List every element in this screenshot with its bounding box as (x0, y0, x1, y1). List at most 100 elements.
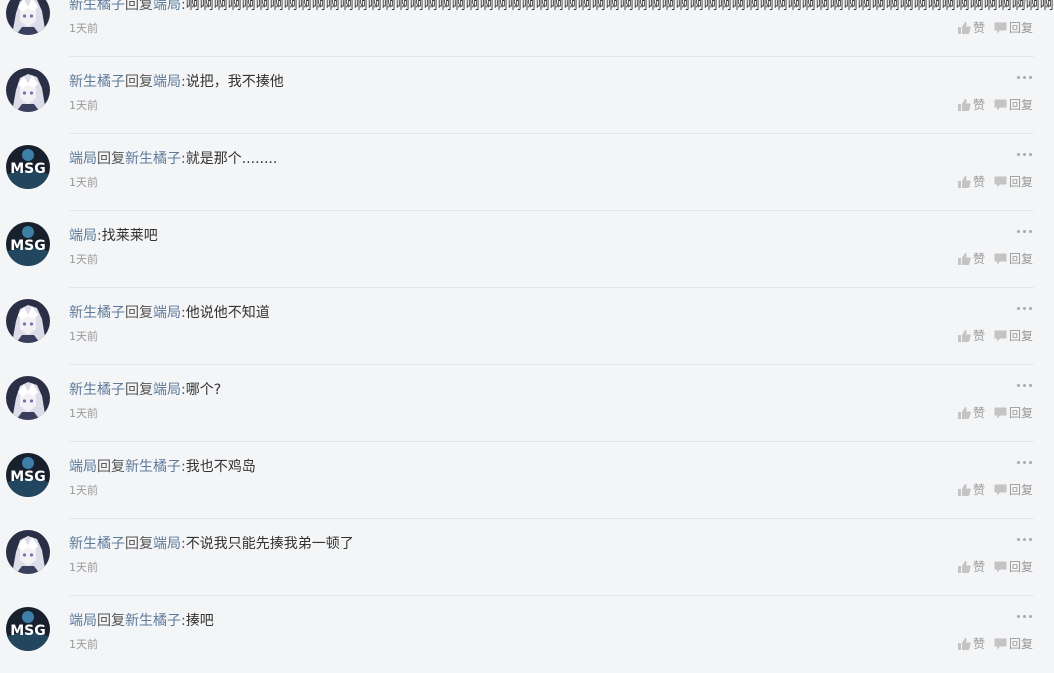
author-name[interactable]: 端局 (69, 228, 97, 244)
reply-label: 回复 (1008, 560, 1033, 574)
avatar[interactable] (6, 68, 50, 112)
comment-item: 新生橘子回复端局:哪个? 1天前 赞 回复 (0, 365, 1054, 442)
reply-button[interactable]: 回复 (994, 635, 1033, 652)
like-button[interactable]: 赞 (957, 19, 985, 36)
comment-item: MSG 端局回复新生橘子:揍吧 1天前 赞 回复 (0, 596, 1054, 673)
reply-verb: 回复 (125, 74, 153, 90)
reply-target-name[interactable]: 端局 (153, 0, 181, 13)
comment-item: 新生橘子回复端局:啊啊啊啊啊啊啊啊啊啊啊啊啊啊啊啊啊啊啊啊啊啊啊啊啊啊啊啊啊啊啊… (0, 0, 1054, 57)
more-options-icon[interactable] (1017, 227, 1033, 237)
avatar[interactable]: MSG (6, 453, 50, 497)
reply-label: 回复 (1008, 252, 1033, 266)
reply-target-name[interactable]: 新生橘子 (125, 459, 181, 475)
reply-button[interactable]: 回复 (994, 327, 1033, 344)
like-button[interactable]: 赞 (957, 404, 985, 421)
speech-bubble-icon (994, 330, 1007, 341)
like-button[interactable]: 赞 (957, 327, 985, 344)
reply-target-name[interactable]: 端局 (153, 74, 181, 90)
reply-target-name[interactable]: 新生橘子 (125, 151, 181, 167)
reply-button[interactable]: 回复 (994, 250, 1033, 267)
speech-bubble-icon (994, 407, 1007, 418)
reply-label: 回复 (1008, 483, 1033, 497)
timestamp: 1天前 (69, 484, 98, 497)
author-name[interactable]: 新生橘子 (69, 74, 125, 90)
speech-bubble-icon (994, 484, 1007, 495)
timestamp: 1天前 (69, 22, 98, 35)
white-hair-anime-avatar-icon (6, 376, 50, 420)
avatar[interactable]: MSG (6, 145, 50, 189)
comment-text-line: 端局回复新生橘子:就是那个........ (69, 150, 277, 168)
reply-label: 回复 (1008, 406, 1033, 420)
white-hair-anime-avatar-icon (6, 0, 50, 35)
comment-item: MSG 端局回复新生橘子:我也不鸡岛 1天前 赞 回复 (0, 442, 1054, 519)
like-button[interactable]: 赞 (957, 173, 985, 190)
more-options-icon[interactable] (1017, 304, 1033, 314)
like-button[interactable]: 赞 (957, 558, 985, 575)
reply-verb: 回复 (97, 459, 125, 475)
avatar[interactable]: MSG (6, 222, 50, 266)
thumbs-up-icon (957, 483, 971, 496)
comment-actions: 赞 回复 (957, 481, 1033, 498)
avatar[interactable] (6, 0, 50, 35)
reply-button[interactable]: 回复 (994, 481, 1033, 498)
more-options-icon[interactable] (1017, 73, 1033, 83)
more-options-icon[interactable] (1017, 381, 1033, 391)
comment-actions: 赞 回复 (957, 96, 1033, 113)
reply-target-name[interactable]: 新生橘子 (125, 613, 181, 629)
more-options-icon[interactable] (1017, 0, 1033, 6)
like-label: 赞 (972, 175, 985, 189)
avatar[interactable] (6, 299, 50, 343)
more-options-icon[interactable] (1017, 150, 1033, 160)
like-button[interactable]: 赞 (957, 635, 985, 652)
comment-body: 我也不鸡岛 (185, 459, 256, 475)
comment-actions: 赞 回复 (957, 19, 1033, 36)
reply-target-name[interactable]: 端局 (153, 382, 181, 398)
more-options-icon[interactable] (1017, 458, 1033, 468)
author-name[interactable]: 端局 (69, 151, 97, 167)
author-name[interactable]: 新生橘子 (69, 305, 125, 321)
author-name[interactable]: 端局 (69, 613, 97, 629)
reply-target-name[interactable]: 端局 (153, 305, 181, 321)
comment-item: 新生橘子回复端局:不说我只能先揍我弟一顿了 1天前 赞 回复 (0, 519, 1054, 596)
speech-bubble-icon (994, 561, 1007, 572)
comment-text-line: 新生橘子回复端局:不说我只能先揍我弟一顿了 (69, 535, 354, 553)
like-button[interactable]: 赞 (957, 250, 985, 267)
comment-text-line: 新生橘子回复端局:他说他不知道 (69, 304, 270, 322)
thumbs-up-icon (957, 175, 971, 188)
comment-item: MSG 端局回复新生橘子:就是那个........ 1天前 赞 回复 (0, 134, 1054, 211)
reply-verb: 回复 (97, 613, 125, 629)
like-button[interactable]: 赞 (957, 481, 985, 498)
more-options-icon[interactable] (1017, 535, 1033, 545)
like-button[interactable]: 赞 (957, 96, 985, 113)
reply-button[interactable]: 回复 (994, 173, 1033, 190)
reply-button[interactable]: 回复 (994, 558, 1033, 575)
timestamp: 1天前 (69, 99, 98, 112)
like-label: 赞 (972, 98, 985, 112)
avatar[interactable]: MSG (6, 607, 50, 651)
author-name[interactable]: 端局 (69, 459, 97, 475)
author-name[interactable]: 新生橘子 (69, 0, 125, 13)
comment-actions: 赞 回复 (957, 635, 1033, 652)
like-label: 赞 (972, 329, 985, 343)
more-options-icon[interactable] (1017, 612, 1033, 622)
reply-button[interactable]: 回复 (994, 404, 1033, 421)
comment-body: 就是那个........ (185, 151, 278, 167)
reply-button[interactable]: 回复 (994, 19, 1033, 36)
like-label: 赞 (972, 483, 985, 497)
avatar-logo-text: MSG (10, 161, 46, 177)
reply-verb: 回复 (125, 536, 153, 552)
reply-target-name[interactable]: 端局 (153, 536, 181, 552)
comment-actions: 赞 回复 (957, 404, 1033, 421)
reply-button[interactable]: 回复 (994, 96, 1033, 113)
author-name[interactable]: 新生橘子 (69, 382, 125, 398)
avatar[interactable] (6, 376, 50, 420)
msg-team-avatar-icon: MSG (6, 222, 50, 266)
comment-text-line: 新生橘子回复端局:说把，我不揍他 (69, 73, 284, 91)
avatar[interactable] (6, 530, 50, 574)
white-hair-anime-avatar-icon (6, 68, 50, 112)
author-name[interactable]: 新生橘子 (69, 536, 125, 552)
avatar-logo-text: MSG (10, 238, 46, 254)
comment-item: 新生橘子回复端局:说把，我不揍他 1天前 赞 回复 (0, 57, 1054, 134)
thumbs-up-icon (957, 329, 971, 342)
white-hair-anime-avatar-icon (6, 530, 50, 574)
